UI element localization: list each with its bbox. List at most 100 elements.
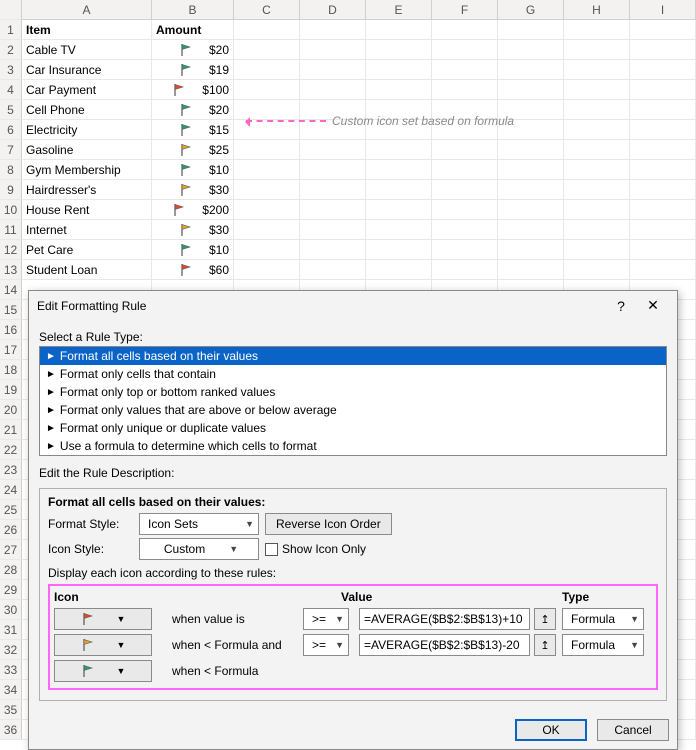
cell[interactable]: [300, 80, 366, 100]
cell[interactable]: [498, 80, 564, 100]
row-header[interactable]: 3: [0, 60, 22, 80]
cell[interactable]: [366, 60, 432, 80]
cell[interactable]: [234, 160, 300, 180]
row-header[interactable]: 5: [0, 100, 22, 120]
row-header[interactable]: 28: [0, 560, 22, 580]
cell[interactable]: [366, 40, 432, 60]
cell[interactable]: Cell Phone: [22, 100, 152, 120]
cell[interactable]: [366, 240, 432, 260]
row-header[interactable]: 12: [0, 240, 22, 260]
cell[interactable]: [630, 60, 696, 80]
col-header-c[interactable]: C: [234, 0, 300, 20]
row-header[interactable]: 13: [0, 260, 22, 280]
range-picker-button[interactable]: ↥: [534, 634, 556, 656]
ok-button[interactable]: OK: [515, 719, 587, 741]
row-header[interactable]: 14: [0, 280, 22, 300]
cell[interactable]: [366, 260, 432, 280]
row-header[interactable]: 16: [0, 320, 22, 340]
cell[interactable]: [630, 200, 696, 220]
cell[interactable]: $30: [152, 180, 234, 200]
cell[interactable]: [300, 40, 366, 60]
row-header[interactable]: 26: [0, 520, 22, 540]
cell[interactable]: [432, 220, 498, 240]
cell[interactable]: $19: [152, 60, 234, 80]
row-header[interactable]: 19: [0, 380, 22, 400]
col-header-i[interactable]: I: [630, 0, 696, 20]
cell[interactable]: [300, 200, 366, 220]
cell[interactable]: [498, 260, 564, 280]
cell[interactable]: [630, 120, 696, 140]
row-header[interactable]: 2: [0, 40, 22, 60]
cell[interactable]: [432, 40, 498, 60]
row-header[interactable]: 25: [0, 500, 22, 520]
cell[interactable]: [630, 100, 696, 120]
cell[interactable]: [498, 140, 564, 160]
cell[interactable]: [564, 100, 630, 120]
cell[interactable]: [630, 80, 696, 100]
row-header[interactable]: 7: [0, 140, 22, 160]
cell[interactable]: [234, 180, 300, 200]
row-header[interactable]: 24: [0, 480, 22, 500]
cell[interactable]: [498, 20, 564, 40]
cell[interactable]: Gasoline: [22, 140, 152, 160]
operator-select[interactable]: >=▼: [303, 608, 349, 630]
cell[interactable]: [498, 180, 564, 200]
row-header[interactable]: 30: [0, 600, 22, 620]
row-header[interactable]: 33: [0, 660, 22, 680]
cell[interactable]: [300, 60, 366, 80]
cell[interactable]: $15: [152, 120, 234, 140]
dialog-titlebar[interactable]: Edit Formatting Rule ? ✕: [29, 291, 677, 320]
cell[interactable]: $200: [152, 200, 234, 220]
cell[interactable]: [300, 160, 366, 180]
cell[interactable]: [234, 220, 300, 240]
cell[interactable]: [366, 200, 432, 220]
cell[interactable]: [366, 220, 432, 240]
value-input[interactable]: [359, 634, 530, 656]
row-header[interactable]: 4: [0, 80, 22, 100]
cell[interactable]: Item: [22, 20, 152, 40]
show-icon-only-checkbox[interactable]: [265, 543, 278, 556]
close-button[interactable]: ✕: [637, 297, 669, 314]
cell[interactable]: [432, 200, 498, 220]
rule-type-list[interactable]: ►Format all cells based on their values►…: [39, 346, 667, 456]
row-header[interactable]: 31: [0, 620, 22, 640]
cell[interactable]: [234, 140, 300, 160]
col-header-h[interactable]: H: [564, 0, 630, 20]
cell[interactable]: [234, 200, 300, 220]
rule-type-item[interactable]: ►Format only top or bottom ranked values: [40, 383, 666, 401]
cell[interactable]: [564, 80, 630, 100]
cell[interactable]: [432, 60, 498, 80]
rule-type-item[interactable]: ►Format only values that are above or be…: [40, 401, 666, 419]
cell[interactable]: [366, 160, 432, 180]
cell[interactable]: $10: [152, 240, 234, 260]
cell[interactable]: [432, 20, 498, 40]
cell[interactable]: [432, 80, 498, 100]
cell[interactable]: [366, 180, 432, 200]
cell[interactable]: [564, 40, 630, 60]
col-header-g[interactable]: G: [498, 0, 564, 20]
cell[interactable]: $25: [152, 140, 234, 160]
row-header[interactable]: 34: [0, 680, 22, 700]
cell[interactable]: Hairdresser's: [22, 180, 152, 200]
cell[interactable]: [564, 160, 630, 180]
cell[interactable]: [366, 20, 432, 40]
rule-type-item[interactable]: ►Use a formula to determine which cells …: [40, 437, 666, 455]
cell[interactable]: [366, 140, 432, 160]
cell[interactable]: Cable TV: [22, 40, 152, 60]
cell[interactable]: [432, 240, 498, 260]
row-header[interactable]: 8: [0, 160, 22, 180]
cell[interactable]: [432, 260, 498, 280]
cell[interactable]: Car Insurance: [22, 60, 152, 80]
row-header[interactable]: 11: [0, 220, 22, 240]
cell[interactable]: House Rent: [22, 200, 152, 220]
cell[interactable]: Student Loan: [22, 260, 152, 280]
cell[interactable]: [498, 220, 564, 240]
col-header-d[interactable]: D: [300, 0, 366, 20]
row-header[interactable]: 6: [0, 120, 22, 140]
cell[interactable]: [366, 80, 432, 100]
cell[interactable]: $60: [152, 260, 234, 280]
rule-type-item[interactable]: ►Format only cells that contain: [40, 365, 666, 383]
rule-type-item[interactable]: ►Format only unique or duplicate values: [40, 419, 666, 437]
cell[interactable]: [630, 20, 696, 40]
col-header-b[interactable]: B: [152, 0, 234, 20]
